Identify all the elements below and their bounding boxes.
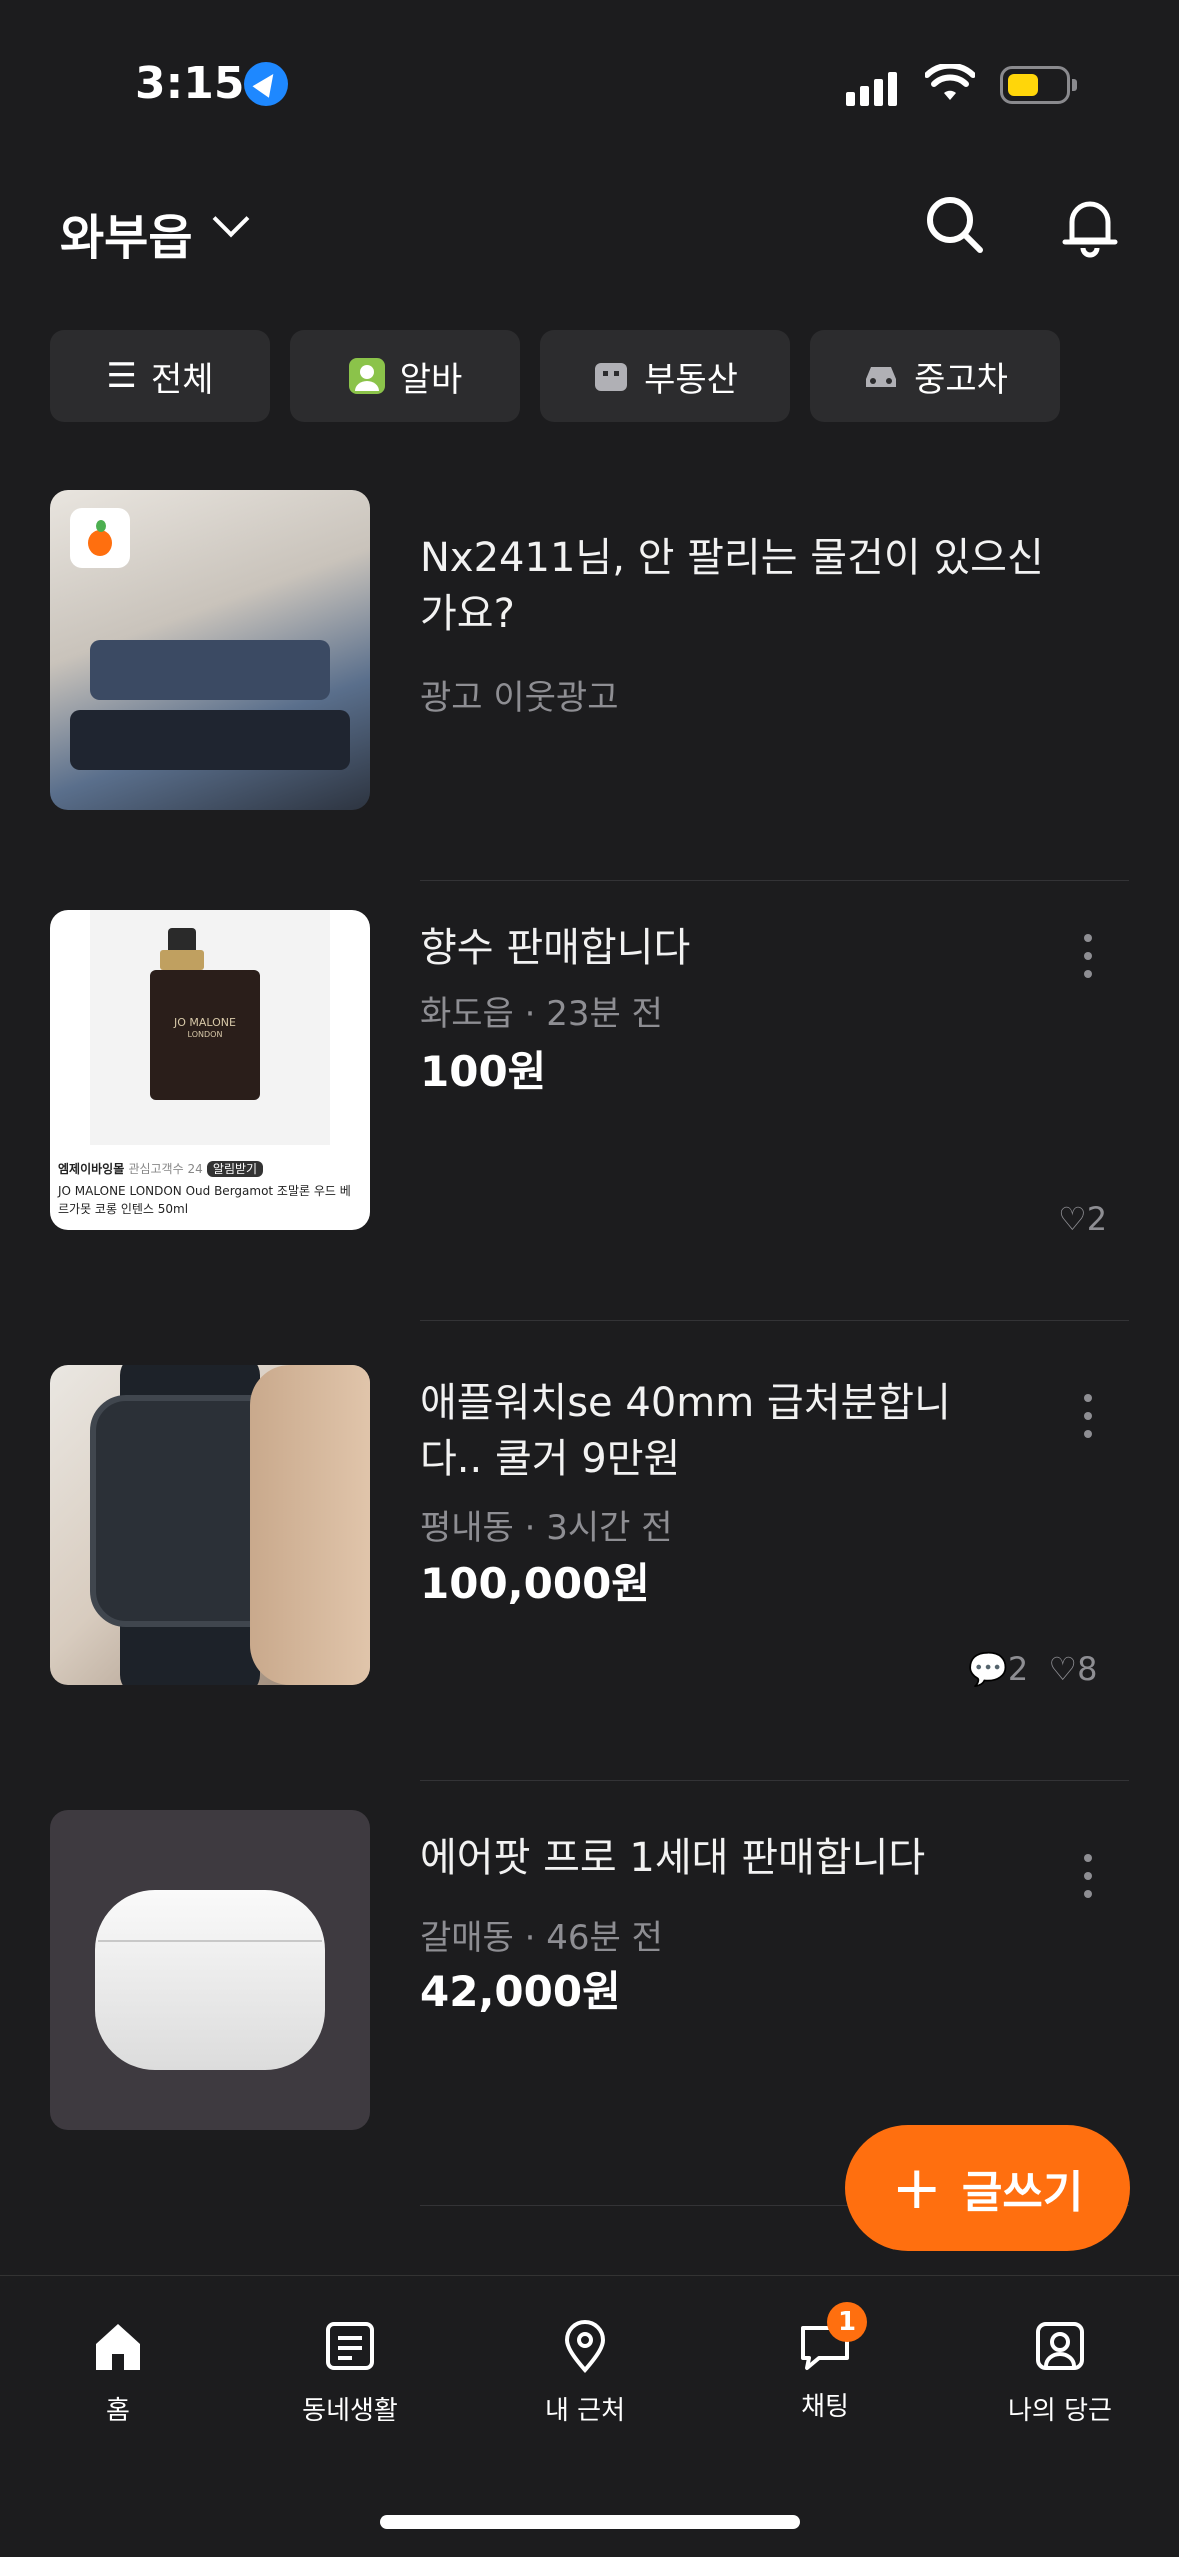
more-options-icon[interactable] — [1084, 1394, 1092, 1448]
toolbar: 와부읍 — [0, 160, 1179, 300]
chip-used-cars[interactable]: 중고차 — [810, 330, 1060, 422]
item-price: 42,000원 — [420, 1967, 621, 2016]
item-title: 애플워치se 40mm 급처분합니다.. 쿨거 9만원 — [420, 1380, 951, 1482]
perfume-city: LONDON — [187, 1030, 223, 1039]
item-title: 향수 판매합니다 — [420, 925, 691, 971]
nav-label: 내 근처 — [544, 2396, 626, 2426]
nav-label: 나의 당근 — [1008, 2396, 1112, 2426]
list-item[interactable]: 애플워치se 40mm 급처분합니다.. 쿨거 9만원 평내동 · 3시간 전 … — [0, 1350, 1179, 1780]
map-pin-icon — [564, 2320, 606, 2374]
divider — [420, 1780, 1129, 1781]
chip-label: 전체 — [150, 359, 214, 400]
item-title: 에어팟 프로 1세대 판매합니다 — [420, 1835, 926, 1881]
plus-icon: + — [891, 2153, 942, 2223]
divider — [420, 880, 1129, 881]
person-icon — [348, 358, 385, 394]
list-item[interactable]: Nx2411님, 안 팔리는 물건이 있으신가요? 광고 이웃광고 — [0, 470, 1179, 870]
nav-label: 홈 — [106, 2396, 130, 2426]
nav-chat[interactable]: 1 채팅 — [750, 2302, 900, 2423]
item-thumbnail — [50, 1365, 370, 1685]
unread-badge: 1 — [827, 2302, 867, 2342]
thumb-seller: 엠제이바잉몰 — [58, 1162, 125, 1176]
chip-label: 중고차 — [914, 359, 1008, 400]
nav-label: 채팅 — [801, 2392, 849, 2422]
chip-label: 부동산 — [644, 359, 738, 400]
write-post-button[interactable]: + 글쓰기 — [845, 2125, 1130, 2251]
home-icon — [96, 2324, 140, 2370]
item-title: Nx2411님, 안 팔리는 물건이 있으신가요? — [420, 535, 1044, 637]
item-meta: 평내동 · 3시간 전 — [420, 1508, 673, 1548]
divider — [420, 1320, 1129, 1321]
search-icon[interactable] — [920, 190, 990, 260]
ad-thumbnail — [50, 490, 370, 810]
chat-bubble-icon: 💬 — [968, 1650, 1008, 1688]
newspaper-icon — [326, 2322, 374, 2370]
nav-community[interactable]: 동네생활 — [275, 2316, 425, 2427]
item-thumbnail: JO MALONE LONDON 엠제이바잉몰 관심고객수 24 알림받기 JO… — [50, 910, 370, 1230]
chip-real-estate[interactable]: 부동산 — [540, 330, 790, 422]
carrot-logo-icon — [70, 508, 130, 568]
thumb-product: JO MALONE LONDON Oud Bergamot 조말론 우드 베르가… — [58, 1184, 351, 1216]
perfume-brand: JO MALONE — [174, 1016, 236, 1029]
location-arrow-icon — [244, 62, 288, 106]
like-count: ♡2 — [1058, 1200, 1108, 1238]
heart-icon: ♡ — [1058, 1200, 1087, 1238]
thumb-interest: 관심고객수 24 — [128, 1162, 203, 1176]
profile-icon — [1036, 2322, 1084, 2370]
battery-icon — [1000, 66, 1077, 104]
item-meta: 화도읍 · 23분 전 — [420, 994, 663, 1034]
home-indicator[interactable] — [380, 2515, 800, 2529]
chip-jobs[interactable]: 알바 — [290, 330, 520, 422]
item-thumbnail — [50, 1810, 370, 2130]
status-bar: 3:15 — [0, 0, 1179, 150]
wifi-icon — [925, 64, 975, 100]
item-meta: 갈매동 · 46분 전 — [420, 1918, 663, 1958]
heart-icon: ♡ — [1048, 1650, 1078, 1688]
chip-label: 알바 — [399, 359, 463, 400]
chevron-down-icon[interactable] — [212, 200, 250, 238]
more-options-icon[interactable] — [1084, 934, 1092, 988]
menu-icon: ☰ — [106, 356, 137, 396]
cellular-signal-icon — [846, 72, 902, 106]
house-icon — [595, 363, 628, 391]
item-counts: 💬2 ♡8 — [968, 1650, 1098, 1688]
nav-my-carrot[interactable]: 나의 당근 — [985, 2316, 1135, 2427]
status-time: 3:15 — [135, 58, 245, 109]
nav-home[interactable]: 홈 — [43, 2316, 193, 2427]
item-meta: 광고 이웃광고 — [420, 678, 619, 718]
more-options-icon[interactable] — [1084, 1854, 1092, 1908]
bell-icon[interactable] — [1055, 190, 1125, 260]
nav-nearby[interactable]: 내 근처 — [510, 2316, 660, 2427]
car-icon — [866, 367, 897, 387]
location-selector[interactable]: 와부읍 — [60, 198, 192, 268]
nav-label: 동네생활 — [302, 2396, 398, 2426]
thumb-alert: 알림받기 — [206, 1161, 264, 1177]
write-post-label: 글쓰기 — [961, 2167, 1084, 2218]
item-price: 100,000원 — [420, 1559, 650, 1608]
list-item[interactable]: JO MALONE LONDON 엠제이바잉몰 관심고객수 24 알림받기 JO… — [0, 910, 1179, 1340]
item-price: 100원 — [420, 1047, 547, 1096]
chip-all[interactable]: ☰ 전체 — [50, 330, 270, 422]
